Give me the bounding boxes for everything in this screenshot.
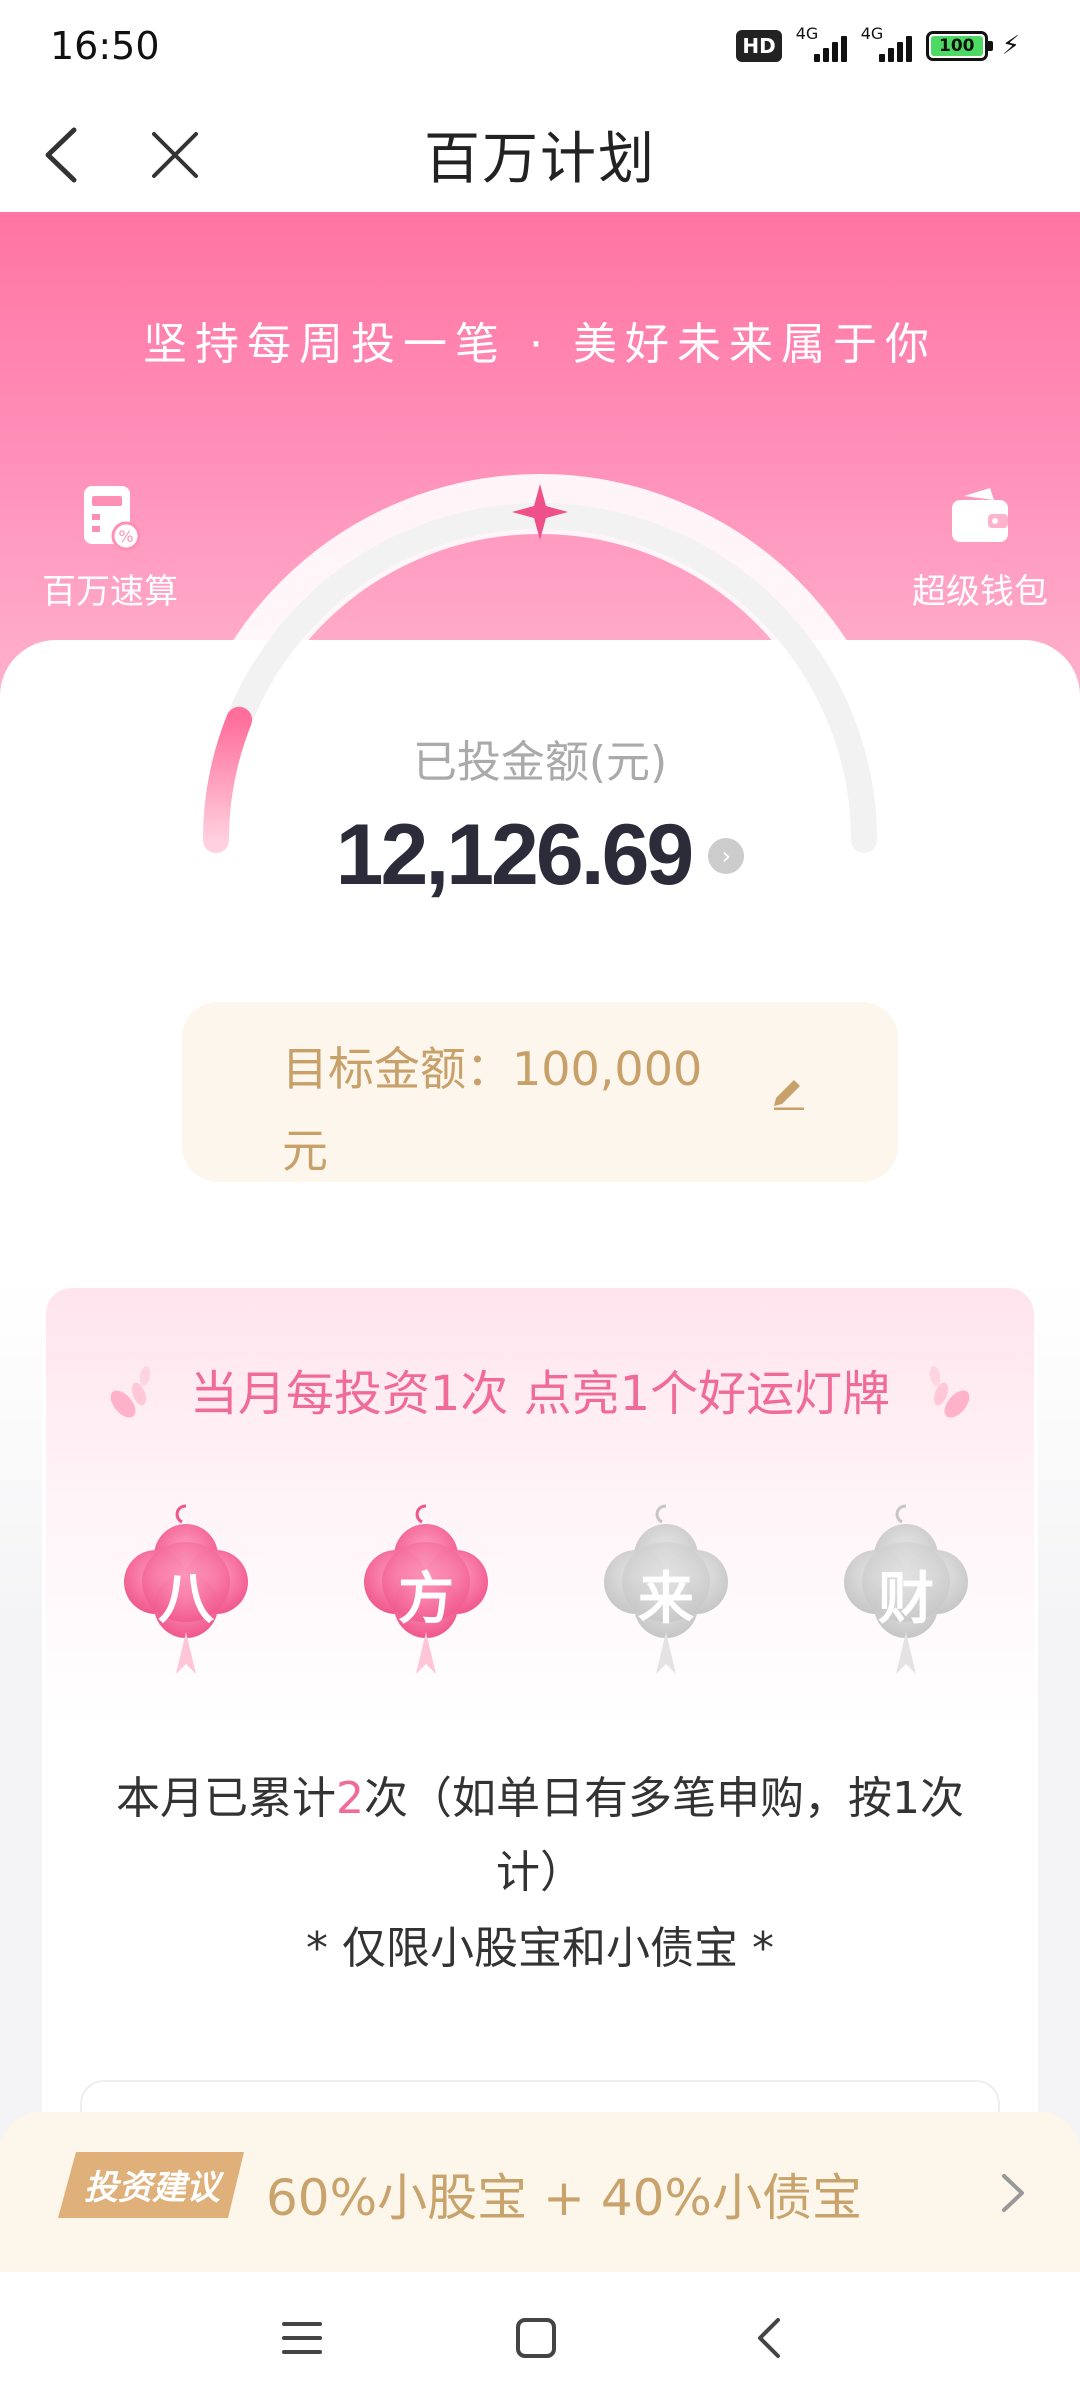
status-bar: 16:50 HD 4G 4G 100 ⚡ — [0, 0, 1080, 96]
super-wallet-button[interactable]: 超级钱包 — [880, 482, 1080, 613]
lucky-title: 当月每投资1次 点亮1个好运灯牌 — [189, 1366, 891, 1422]
menu-icon[interactable] — [274, 2310, 330, 2366]
super-wallet-label: 超级钱包 — [912, 572, 1048, 612]
status-time: 16:50 — [50, 24, 160, 68]
calculator-icon: % — [74, 482, 146, 554]
charging-icon: ⚡ — [1001, 31, 1020, 61]
lucky-lamp-4: 财 — [836, 1498, 976, 1678]
lamp-character: 方 — [398, 1567, 454, 1632]
pencil-icon[interactable] — [768, 1070, 808, 1111]
target-amount-text: 目标金额：100,000 元 — [282, 1042, 703, 1178]
system-nav-bar — [0, 2272, 1080, 2400]
monthly-count-text: 本月已累计2次（如单日有多笔申购，按1次计） — [116, 1773, 964, 1898]
status-icons: HD 4G 4G 100 ⚡ — [736, 24, 1020, 62]
monthly-count-value: 2 — [336, 1773, 364, 1824]
chevron-right-icon[interactable]: › — [708, 837, 745, 874]
laurel-left-icon — [110, 1366, 150, 1418]
invested-label: 已投金额(元) — [412, 737, 668, 788]
svg-text:%: % — [118, 527, 133, 546]
chevron-right-icon[interactable] — [992, 2168, 1032, 2218]
hd-voice-icon: HD — [736, 30, 782, 62]
lucky-title-row: 当月每投资1次 点亮1个好运灯牌 — [46, 1354, 1034, 1424]
advice-tag: 投资建议 — [58, 2152, 248, 2218]
page-title: 百万计划 — [424, 127, 656, 192]
nav-bar: 百万计划 — [0, 96, 1080, 212]
signal-icon: 4G — [861, 24, 912, 62]
advice-text: 60%小股宝 + 40%小债宝 — [266, 2169, 862, 2227]
investment-advice-bar[interactable]: 投资建议 60%小股宝 + 40%小债宝 — [0, 2112, 1080, 2272]
laurel-right-icon — [930, 1366, 970, 1418]
target-amount-card[interactable]: 目标金额：100,000 元 — [182, 1002, 898, 1182]
lucky-lamp-2: 方 — [356, 1498, 496, 1678]
lamp-character: 来 — [638, 1567, 694, 1632]
wallet-icon — [944, 482, 1016, 554]
invested-amount: 12,126.69 — [335, 807, 695, 903]
invested-amount-row[interactable]: 12,126.69 › — [0, 806, 1080, 905]
signal-icon: 4G — [796, 24, 847, 62]
lucky-lamp-1: 八 — [116, 1498, 256, 1678]
lamp-character: 八 — [158, 1567, 214, 1632]
battery-icon: 100 — [925, 31, 993, 61]
limit-note: * 仅限小股宝和小债宝 * — [306, 1923, 774, 1974]
lucky-lamp-3: 来 — [596, 1498, 736, 1678]
back-icon[interactable] — [742, 2310, 798, 2366]
lamp-character: 财 — [878, 1567, 934, 1632]
hero-slogan: 坚持每周投一笔 · 美好未来属于你 — [143, 319, 937, 370]
home-icon[interactable] — [508, 2310, 564, 2366]
lamp-list: 八方来财 — [116, 1498, 976, 1678]
